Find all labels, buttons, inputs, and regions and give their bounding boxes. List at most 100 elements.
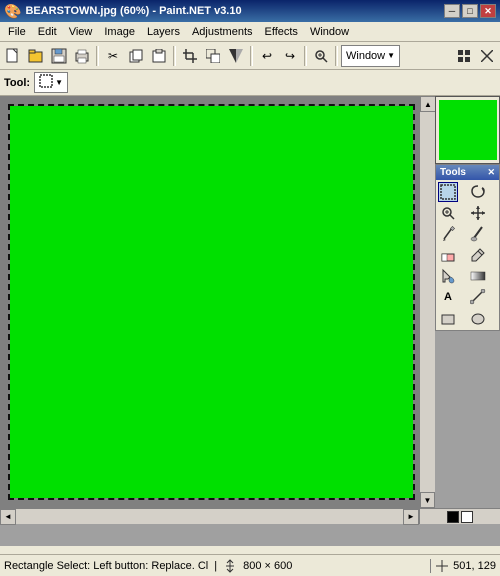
tools-grid: A xyxy=(436,180,499,330)
title-text: BEARSTOWN.jpg (60%) - Paint.NET v3.10 xyxy=(21,5,444,17)
redo-button[interactable]: ↪ xyxy=(279,45,301,67)
resize-button[interactable] xyxy=(202,45,224,67)
menu-adjustments[interactable]: Adjustments xyxy=(186,22,259,41)
zoom-icon xyxy=(314,49,328,63)
vertical-scrollbar[interactable]: ▲ ▼ xyxy=(419,96,435,508)
status-separator xyxy=(430,559,431,573)
scroll-right-button[interactable]: ► xyxy=(403,509,419,525)
app-icon: 🎨 xyxy=(4,3,21,20)
save-button[interactable] xyxy=(48,45,70,67)
separator-4 xyxy=(304,46,307,66)
save-icon xyxy=(51,48,67,64)
tool-selector[interactable]: ▼ xyxy=(34,72,68,93)
tool-eraser[interactable] xyxy=(438,245,458,265)
canvas-container xyxy=(0,96,435,508)
canvas[interactable] xyxy=(10,106,413,498)
status-right: 501, 129 xyxy=(435,559,496,573)
print-button[interactable] xyxy=(71,45,93,67)
menu-layers[interactable]: Layers xyxy=(141,22,186,41)
cut-button[interactable]: ✂ xyxy=(102,45,124,67)
color-area xyxy=(419,508,500,524)
status-cursor-icon: | xyxy=(214,560,217,572)
chevron-down-icon: ▼ xyxy=(387,51,395,60)
copy-icon xyxy=(129,49,143,63)
undo-button[interactable]: ↩ xyxy=(256,45,278,67)
separator-3 xyxy=(250,46,253,66)
canvas-wrapper[interactable] xyxy=(8,104,415,500)
scroll-track-h xyxy=(16,509,403,524)
title-controls: ─ □ ✕ xyxy=(444,4,496,18)
crop-button[interactable] xyxy=(179,45,201,67)
tool-line[interactable] xyxy=(468,287,488,307)
print-icon xyxy=(74,48,90,64)
minimize-button[interactable]: ─ xyxy=(444,4,460,18)
tool-fill[interactable] xyxy=(438,266,458,286)
separator-2 xyxy=(173,46,176,66)
status-text: Rectangle Select: Left button: Replace. … xyxy=(4,560,208,572)
paste-button[interactable] xyxy=(148,45,170,67)
crop-icon xyxy=(183,49,197,63)
tools-panel-close[interactable]: ✕ xyxy=(487,167,495,178)
tools-panel-title: Tools xyxy=(440,167,466,178)
toolbar-extra-1[interactable] xyxy=(453,45,475,67)
horizontal-scrollbar[interactable]: ◄ ► xyxy=(0,508,419,524)
new-button[interactable] xyxy=(2,45,24,67)
tool-gradient[interactable] xyxy=(468,266,488,286)
resize-icon xyxy=(206,49,220,63)
toolbar: ✂ ↩ ↪ xyxy=(0,42,500,70)
mini-preview xyxy=(435,96,500,164)
window-dropdown-label: Window xyxy=(346,50,385,62)
tool-ellipse[interactable] xyxy=(468,308,488,328)
menu-bar: File Edit View Image Layers Adjustments … xyxy=(0,22,500,42)
tool-brush[interactable] xyxy=(468,224,488,244)
menu-edit[interactable]: Edit xyxy=(32,22,63,41)
scroll-down-button[interactable]: ▼ xyxy=(420,492,435,508)
close-button[interactable]: ✕ xyxy=(480,4,496,18)
primary-color[interactable] xyxy=(447,511,459,523)
scroll-left-button[interactable]: ◄ xyxy=(0,509,16,525)
scroll-up-button[interactable]: ▲ xyxy=(420,96,436,112)
title-bar: 🎨 BEARSTOWN.jpg (60%) - Paint.NET v3.10 … xyxy=(0,0,500,22)
maximize-button[interactable]: □ xyxy=(462,4,478,18)
tool-dropdown-arrow: ▼ xyxy=(55,78,63,87)
tool-lasso[interactable] xyxy=(468,182,488,202)
tool-label: Tool: xyxy=(4,77,30,89)
zoom-button[interactable] xyxy=(310,45,332,67)
tool-color-pick[interactable] xyxy=(468,245,488,265)
scroll-track-v xyxy=(420,112,435,492)
text-tool-icon: A xyxy=(444,291,452,303)
separator-1 xyxy=(96,46,99,66)
tool-rectangle-select[interactable] xyxy=(438,182,458,202)
menu-effects[interactable]: Effects xyxy=(259,22,304,41)
tool-shapes[interactable] xyxy=(438,308,458,328)
position-cursor-icon xyxy=(435,559,449,573)
window-dropdown[interactable]: Window ▼ xyxy=(341,45,400,67)
flip-button[interactable] xyxy=(225,45,247,67)
menu-image[interactable]: Image xyxy=(98,22,141,41)
main-area: ▲ ▼ ◄ ► Tools ✕ xyxy=(0,96,500,546)
separator-5 xyxy=(335,46,338,66)
tools-panel-header: Tools ✕ xyxy=(436,165,499,180)
canvas-dimensions: 800 × 600 xyxy=(243,560,292,572)
tool-options-bar: Tool: ▼ xyxy=(0,70,500,96)
resize-cursor-icon xyxy=(223,559,237,573)
toolbar-extra-2[interactable] xyxy=(476,45,498,67)
copy-button[interactable] xyxy=(125,45,147,67)
mini-preview-canvas xyxy=(439,100,497,160)
menu-file[interactable]: File xyxy=(2,22,32,41)
open-icon xyxy=(28,48,44,64)
secondary-color[interactable] xyxy=(461,511,473,523)
menu-window[interactable]: Window xyxy=(304,22,355,41)
tool-zoom[interactable] xyxy=(438,203,458,223)
status-left: Rectangle Select: Left button: Replace. … xyxy=(4,559,426,573)
paste-icon xyxy=(152,49,166,63)
cursor-position: 501, 129 xyxy=(453,560,496,572)
flip-icon xyxy=(229,49,243,63)
tool-text[interactable]: A xyxy=(438,287,458,307)
tools-panel: Tools ✕ xyxy=(435,164,500,331)
tool-pan[interactable] xyxy=(468,203,488,223)
open-button[interactable] xyxy=(25,45,47,67)
menu-view[interactable]: View xyxy=(63,22,99,41)
tool-pencil[interactable] xyxy=(438,224,458,244)
current-tool-icon xyxy=(39,74,53,91)
